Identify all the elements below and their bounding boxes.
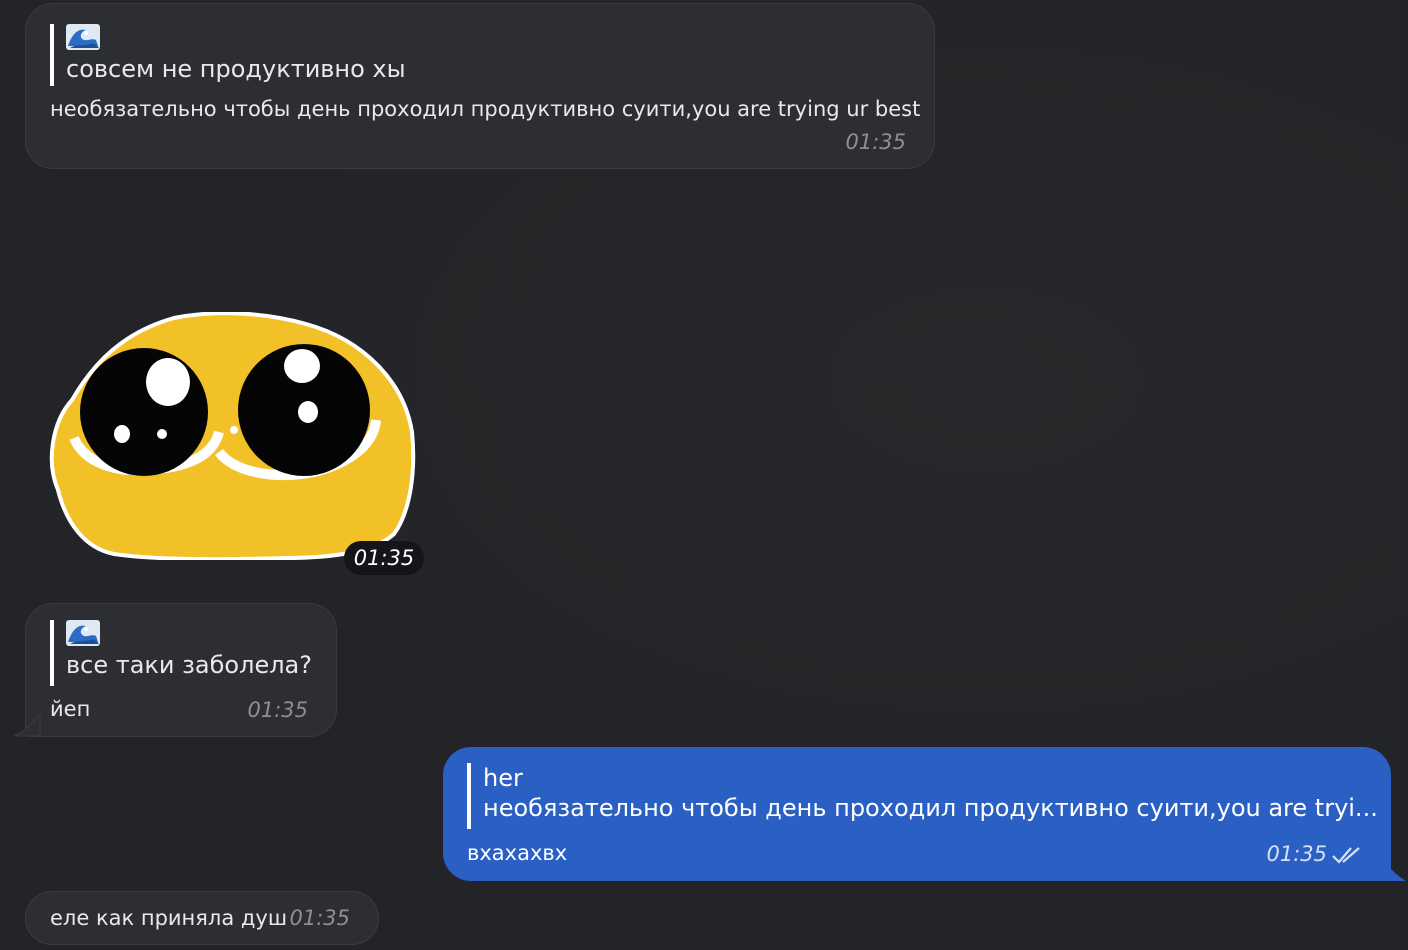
outgoing-message-bubble[interactable]: her необязательно чтобы день проходил пр… xyxy=(443,747,1391,881)
bubble-tail xyxy=(1382,857,1406,881)
message-time: 01:35 xyxy=(247,698,308,722)
reply-quote[interactable]: her необязательно чтобы день проходил пр… xyxy=(467,763,1378,829)
double-check-icon xyxy=(1332,847,1360,864)
reply-text: совсем не продуктивно хы xyxy=(66,55,406,83)
message-text: еле как приняла душ xyxy=(50,906,288,930)
wave-icon xyxy=(66,620,312,650)
chat-area: совсем не продуктивно хы необязательно ч… xyxy=(0,0,1408,950)
message-time: 01:35 xyxy=(289,906,350,930)
reply-quote[interactable]: совсем не продуктивно хы xyxy=(50,24,406,86)
message-text: йеп xyxy=(50,697,91,721)
wave-icon xyxy=(66,24,406,54)
message-text: вхахахвх xyxy=(467,841,568,865)
sticker-time: 01:35 xyxy=(344,541,424,575)
message-time: 01:35 xyxy=(845,130,906,154)
bubble-tail xyxy=(13,714,41,737)
message-time: 01:35 xyxy=(1266,842,1327,866)
reply-text: все таки заболела? xyxy=(66,651,312,679)
message-text: необязательно чтобы день проходил продук… xyxy=(50,97,921,121)
pleading-face-sticker[interactable] xyxy=(44,311,416,562)
incoming-message-bubble[interactable]: все таки заболела? йеп 01:35 xyxy=(25,603,337,737)
reply-author: her xyxy=(483,764,523,792)
reply-quote[interactable]: все таки заболела? xyxy=(50,620,312,686)
incoming-message-bubble[interactable]: совсем не продуктивно хы необязательно ч… xyxy=(25,3,935,169)
incoming-message-bubble[interactable]: еле как приняла душ 01:35 xyxy=(25,891,379,945)
reply-text: необязательно чтобы день проходил продук… xyxy=(483,794,1378,822)
